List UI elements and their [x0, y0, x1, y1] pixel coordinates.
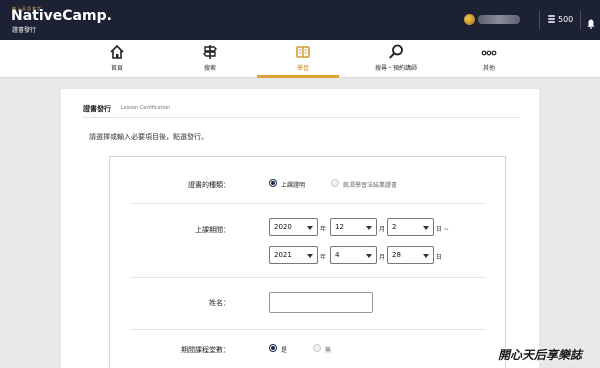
month-unit: 月	[379, 254, 386, 261]
to-day-value: 28	[392, 251, 401, 259]
intro-text: 請選擇或輸入必要項目後，點選發行。	[89, 133, 208, 141]
nav-label: 學習	[296, 65, 309, 72]
user-name-blurred	[478, 15, 520, 24]
radio-course-count-no[interactable]	[313, 344, 321, 352]
course-count-label: 期間課程堂數：	[181, 346, 230, 354]
from-year-value: 2020	[274, 223, 292, 231]
top-header: 線上英語會話 NativeCamp. 證書發行 500	[0, 0, 600, 40]
magnifier-icon	[388, 44, 404, 60]
signpost-icon	[202, 44, 218, 60]
radio-course-count-yes[interactable]	[269, 344, 277, 352]
divider	[83, 117, 520, 118]
panel-title-en: Lesson Certification	[121, 105, 171, 111]
page-subtitle: 證書發行	[12, 27, 37, 34]
radio-course-count-no-label[interactable]: 無	[325, 345, 331, 354]
chevron-down-icon	[307, 226, 313, 230]
period-label: 上課期間：	[195, 226, 230, 234]
divider	[539, 11, 540, 29]
book-icon	[295, 44, 311, 60]
user-menu[interactable]	[464, 13, 524, 27]
to-month-select[interactable]: 4	[330, 246, 377, 264]
coin-balance[interactable]: 500	[558, 15, 573, 24]
radio-completion-cert[interactable]	[331, 179, 339, 187]
month-unit: 月	[379, 226, 386, 233]
from-day-value: 2	[392, 223, 397, 231]
active-tab-indicator	[257, 75, 339, 78]
more-dots-icon	[481, 44, 497, 60]
name-label: 姓名：	[209, 299, 230, 307]
divider	[130, 277, 486, 278]
nav-item-study[interactable]: 學習	[261, 40, 345, 78]
coin-stack-icon	[548, 15, 555, 24]
to-year-select[interactable]: 2021	[269, 246, 318, 264]
nav-item-more[interactable]: 其他	[447, 40, 531, 78]
nav-label: 搜尋・預約講師	[374, 65, 417, 72]
from-month-select[interactable]: 12	[330, 218, 377, 236]
year-unit: 年	[320, 226, 327, 233]
radio-lesson-proof-label[interactable]: 上課證明	[281, 180, 305, 189]
range-separator: 日 ~	[436, 226, 449, 233]
radio-course-count-yes-label[interactable]: 是	[281, 345, 287, 354]
certificate-panel: 證書發行 Lesson Certification 請選擇或輸入必要項目後，點選…	[61, 89, 539, 368]
from-year-select[interactable]: 2020	[269, 218, 318, 236]
from-day-select[interactable]: 2	[387, 218, 434, 236]
home-icon	[109, 44, 125, 60]
certificate-type-label: 證書的種類：	[188, 181, 230, 189]
to-day-select[interactable]: 28	[387, 246, 434, 264]
from-month-value: 12	[335, 223, 344, 231]
radio-completion-cert-label[interactable]: 飢渴學習法結業證書	[343, 180, 397, 189]
chevron-down-icon	[423, 226, 429, 230]
watermark: 開心天后享樂誌	[498, 348, 583, 362]
day-unit: 日	[436, 254, 443, 261]
to-year-value: 2021	[274, 251, 292, 259]
chevron-down-icon	[307, 254, 313, 258]
avatar[interactable]	[464, 14, 475, 25]
name-input[interactable]	[269, 292, 373, 313]
certificate-form: 證書的種類： 上課證明 飢渴學習法結業證書 上課期間： 2020 年 12 月 …	[109, 156, 506, 368]
brand-logo[interactable]: NativeCamp.	[11, 8, 112, 24]
divider	[130, 203, 486, 204]
panel-title: 證書發行	[83, 105, 111, 113]
chevron-down-icon	[423, 254, 429, 258]
divider	[130, 329, 486, 330]
radio-lesson-proof[interactable]	[269, 179, 277, 187]
nav-item-search[interactable]: 搜索	[168, 40, 252, 78]
to-month-value: 4	[335, 251, 340, 259]
divider	[580, 11, 581, 29]
nav-label: 首頁	[110, 65, 123, 72]
bell-icon[interactable]	[587, 14, 595, 29]
nav-label: 搜索	[203, 65, 216, 72]
chevron-down-icon	[366, 254, 372, 258]
nav-item-find-teacher[interactable]: 搜尋・預約講師	[354, 40, 438, 78]
nav-label: 其他	[482, 65, 495, 72]
chevron-down-icon	[366, 226, 372, 230]
year-unit: 年	[320, 254, 327, 261]
nav-item-home[interactable]: 首頁	[75, 40, 159, 78]
main-nav: 首頁 搜索 學習 搜尋・預約講師 其他	[0, 40, 600, 78]
